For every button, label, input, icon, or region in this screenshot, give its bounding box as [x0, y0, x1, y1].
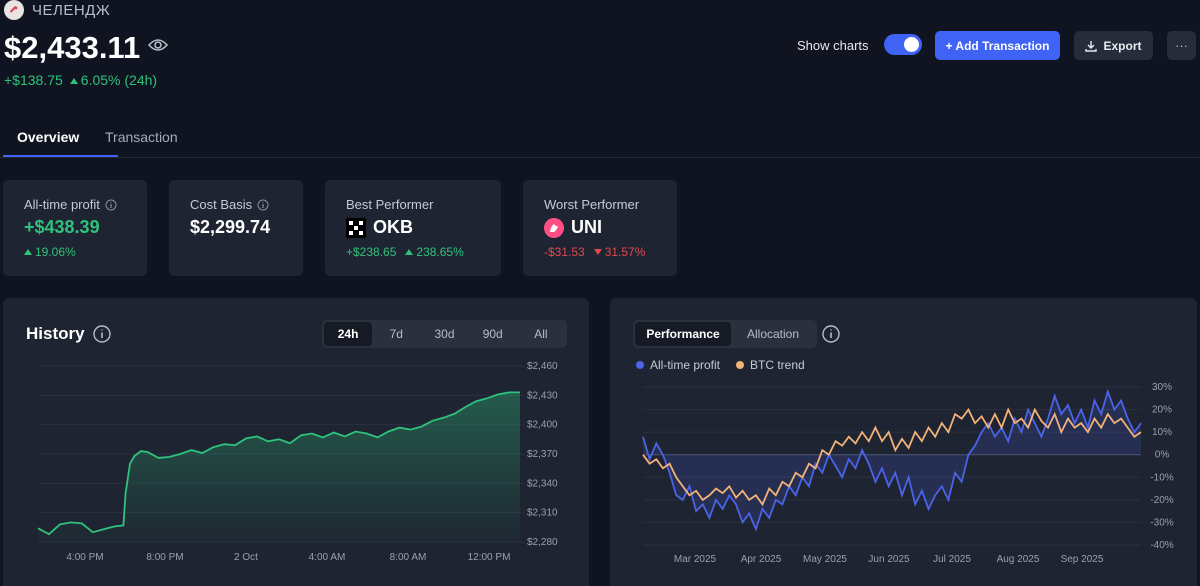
x-tick-label: 2 Oct — [234, 552, 258, 563]
performance-view-selector: Performance Allocation — [633, 320, 817, 348]
best-performer-percent: 238.65% — [405, 245, 464, 259]
portfolio-avatar — [4, 0, 24, 20]
worst-performer-coin[interactable]: UNI — [571, 217, 602, 238]
arrow-up-icon — [405, 249, 414, 255]
y-tick-label: 0% — [1155, 450, 1170, 461]
x-tick-label: Sep 2025 — [1061, 554, 1104, 565]
cost-basis-value: $2,299.74 — [190, 217, 271, 237]
y-tick-label: $2,400 — [527, 420, 558, 431]
change-amount: +$138.75 — [4, 72, 63, 88]
info-icon[interactable] — [257, 199, 269, 211]
card-title: Worst Performer — [544, 197, 640, 212]
show-charts-label: Show charts — [797, 38, 869, 53]
y-tick-label: -20% — [1150, 495, 1173, 506]
profit-area — [643, 391, 1141, 530]
y-tick-label: $2,280 — [527, 537, 558, 548]
y-tick-label: -10% — [1150, 472, 1173, 483]
x-tick-label: 4:00 AM — [309, 552, 346, 563]
history-range-selector: 24h 7d 30d 90d All — [322, 320, 567, 348]
x-tick-label: 4:00 PM — [66, 552, 103, 563]
x-tick-label: Aug 2025 — [997, 554, 1040, 565]
x-tick-label: Jun 2025 — [868, 554, 910, 565]
range-24h-button[interactable]: 24h — [324, 322, 373, 346]
performance-legend: All-time profit BTC trend — [636, 358, 805, 372]
y-tick-label: $2,310 — [527, 508, 558, 519]
more-icon: ··· — [1175, 38, 1188, 53]
uni-coin-icon — [544, 217, 564, 238]
arrow-up-icon — [69, 78, 78, 84]
y-tick-label: $2,340 — [527, 478, 558, 489]
tab-performance[interactable]: Performance — [635, 322, 731, 346]
x-tick-label: 8:00 AM — [390, 552, 427, 563]
y-tick-label: -40% — [1150, 540, 1173, 551]
best-performer-amount: +$238.65 — [346, 245, 397, 259]
tab-overview[interactable]: Overview — [17, 129, 79, 145]
info-icon[interactable] — [822, 325, 840, 348]
range-90d-button[interactable]: 90d — [469, 322, 517, 346]
legend-item: All-time profit — [636, 358, 720, 372]
rocket-icon — [10, 6, 18, 13]
best-performer-coin[interactable]: OKB — [373, 217, 413, 238]
add-transaction-button[interactable]: + Add Transaction — [935, 31, 1060, 60]
worst-performer-percent: 31.57% — [593, 245, 645, 259]
legend-item: BTC trend — [736, 358, 805, 372]
range-all-button[interactable]: All — [517, 322, 565, 346]
tab-allocation[interactable]: Allocation — [731, 322, 815, 346]
page-tabs: Overview Transaction — [0, 124, 1200, 158]
all-time-profit-value: +$438.39 — [24, 217, 100, 237]
download-icon — [1085, 40, 1098, 52]
y-tick-label: 10% — [1152, 427, 1172, 438]
y-tick-label: $2,370 — [527, 449, 558, 460]
toggle-knob — [904, 37, 919, 52]
range-7d-button[interactable]: 7d — [372, 322, 420, 346]
card-best-performer: Best Performer OKB +$238.65 238.65% — [325, 180, 501, 276]
portfolio-name: ЧЕЛЕНДЖ — [32, 2, 111, 19]
card-cost-basis: Cost Basis $2,299.74 — [169, 180, 303, 276]
y-tick-label: $2,460 — [527, 361, 558, 372]
balance-change: +$138.75 6.05% (24h) — [4, 72, 157, 88]
eye-icon[interactable] — [147, 38, 169, 57]
x-tick-label: Jul 2025 — [933, 554, 971, 565]
change-percent: 6.05% (24h) — [69, 72, 157, 88]
y-tick-label: $2,430 — [527, 390, 558, 401]
card-all-time-profit: All-time profit +$438.39 19.06% — [3, 180, 147, 276]
export-button[interactable]: Export — [1074, 31, 1153, 60]
worst-performer-amount: -$31.53 — [544, 245, 585, 259]
x-tick-label: May 2025 — [803, 554, 847, 565]
okb-coin-icon — [346, 217, 366, 238]
history-area — [38, 392, 520, 542]
x-tick-label: 8:00 PM — [146, 552, 183, 563]
arrow-up-icon — [24, 249, 32, 255]
card-title: Best Performer — [346, 197, 434, 212]
card-title: Cost Basis — [190, 197, 253, 212]
all-time-profit-percent: 19.06% — [24, 245, 76, 259]
y-tick-label: 20% — [1152, 405, 1172, 416]
x-tick-label: 12:00 PM — [468, 552, 511, 563]
show-charts-toggle[interactable] — [884, 34, 922, 55]
portfolio-balance: $2,433.11 — [4, 30, 141, 65]
more-options-button[interactable]: ··· — [1167, 31, 1196, 60]
x-tick-label: Apr 2025 — [741, 554, 782, 565]
active-tab-indicator — [3, 155, 118, 157]
card-title: All-time profit — [24, 197, 100, 212]
range-30d-button[interactable]: 30d — [420, 322, 468, 346]
y-tick-label: -30% — [1150, 517, 1173, 528]
legend-dot — [636, 361, 644, 369]
tab-transaction[interactable]: Transaction — [105, 129, 178, 145]
info-icon[interactable] — [105, 199, 117, 211]
arrow-down-icon — [593, 249, 602, 255]
y-tick-label: 30% — [1152, 382, 1172, 393]
legend-dot — [736, 361, 745, 369]
card-worst-performer: Worst Performer UNI -$31.53 31.57% — [523, 180, 677, 276]
x-tick-label: Mar 2025 — [674, 554, 717, 565]
